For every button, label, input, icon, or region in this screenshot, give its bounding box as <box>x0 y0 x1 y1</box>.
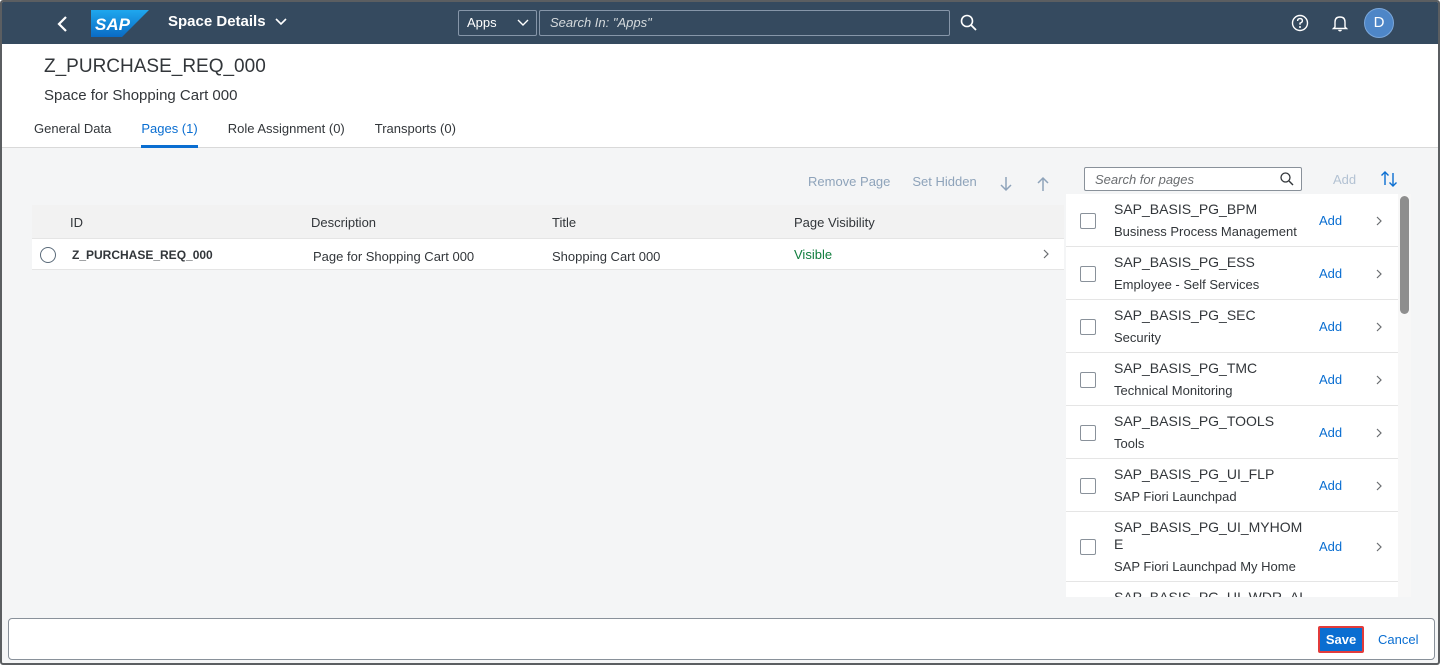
item-add-button[interactable]: Add <box>1319 478 1342 493</box>
page-subtitle: Space for Shopping Cart 000 <box>44 87 238 104</box>
item-checkbox[interactable] <box>1080 539 1096 555</box>
item-checkbox[interactable] <box>1080 213 1096 229</box>
search-placeholder: Search In: "Apps" <box>550 15 652 30</box>
item-checkbox[interactable] <box>1080 478 1096 494</box>
column-header-id: ID <box>70 215 83 230</box>
chevron-right-icon[interactable] <box>1373 320 1385 334</box>
row-select-radio[interactable] <box>40 247 56 263</box>
tab-general-data[interactable]: General Data <box>34 118 111 148</box>
table-header: ID Description Title Page Visibility <box>32 205 1064 239</box>
pages-toolbar: Remove Page Set Hidden <box>808 174 977 189</box>
cancel-button[interactable]: Cancel <box>1378 632 1418 647</box>
chevron-right-icon[interactable] <box>1373 426 1385 440</box>
list-item[interactable]: SAP_BASIS_PG_BPM Business Process Manage… <box>1066 194 1399 247</box>
svg-text:SAP: SAP <box>95 15 131 34</box>
chevron-right-icon[interactable] <box>1373 479 1385 493</box>
tab-transports[interactable]: Transports (0) <box>375 118 456 148</box>
item-name: SAP_BASIS_PG_UI_FLP <box>1114 466 1275 482</box>
back-arrow-icon <box>57 16 67 32</box>
app-window: SAP Space Details Apps Search In: "Apps"… <box>0 0 1440 665</box>
list-item[interactable]: SAP_BASIS_PG_TMC Technical Monitoring Ad… <box>1066 353 1399 406</box>
column-header-page-visibility: Page Visibility <box>794 215 875 230</box>
search-pages-placeholder: Search for pages <box>1095 172 1195 187</box>
item-name: SAP_BASIS_PG_UI_MYHOME <box>1114 519 1303 552</box>
chevron-right-icon[interactable] <box>1040 247 1052 261</box>
apps-select-value: Apps <box>467 15 497 30</box>
item-name: SAP_BASIS_PG_UI_WDR_AI <box>1114 589 1304 597</box>
chevron-right-icon[interactable] <box>1373 214 1385 228</box>
set-hidden-button[interactable]: Set Hidden <box>912 174 976 189</box>
save-button[interactable]: Save <box>1318 626 1364 653</box>
item-name: SAP_BASIS_PG_TMC <box>1114 360 1258 376</box>
apps-scope-select[interactable]: Apps <box>458 10 537 36</box>
cell-description: Page for Shopping Cart 000 <box>313 249 475 264</box>
scrollbar-thumb[interactable] <box>1400 196 1409 314</box>
chevron-right-icon[interactable] <box>1373 373 1385 387</box>
remove-page-button[interactable]: Remove Page <box>808 174 890 189</box>
object-header: Z_PURCHASE_REQ_000 Space for Shopping Ca… <box>2 44 1438 148</box>
cell-title: Shopping Cart 000 <box>552 249 661 264</box>
move-down-arrow-icon[interactable] <box>997 174 1015 194</box>
item-description: Tools <box>1114 436 1145 451</box>
cell-visibility: Visible <box>794 247 833 262</box>
item-add-button[interactable]: Add <box>1319 266 1342 281</box>
list-item[interactable]: SAP_BASIS_PG_TOOLS Tools Add <box>1066 406 1399 459</box>
available-pages-list: SAP_BASIS_PG_BPM Business Process Manage… <box>1066 194 1411 597</box>
back-button[interactable] <box>50 11 76 37</box>
column-header-description: Description <box>311 215 377 230</box>
tab-pages[interactable]: Pages (1) <box>141 118 198 148</box>
add-selected-button[interactable]: Add <box>1333 172 1356 187</box>
item-add-button[interactable]: Add <box>1319 319 1342 334</box>
item-add-button[interactable]: Add <box>1319 213 1342 228</box>
item-checkbox[interactable] <box>1080 425 1096 441</box>
item-name: SAP_BASIS_PG_TOOLS <box>1114 413 1275 429</box>
page-title: Z_PURCHASE_REQ_000 <box>44 56 266 77</box>
chevron-right-icon[interactable] <box>1373 540 1385 554</box>
user-avatar[interactable]: D <box>1364 8 1394 38</box>
item-name: SAP_BASIS_PG_SEC <box>1114 307 1256 323</box>
item-checkbox[interactable] <box>1080 266 1096 282</box>
item-description: Security <box>1114 330 1161 345</box>
item-description: SAP Fiori Launchpad My Home <box>1114 559 1296 574</box>
notifications-bell-icon[interactable] <box>1330 13 1350 33</box>
list-item[interactable]: SAP_BASIS_PG_ESS Employee - Self Service… <box>1066 247 1399 300</box>
sort-icon[interactable] <box>1379 169 1399 189</box>
item-name: SAP_BASIS_PG_ESS <box>1114 254 1255 270</box>
shell-title-text: Space Details <box>168 13 266 30</box>
item-add-button[interactable]: Add <box>1319 425 1342 440</box>
chevron-down-icon <box>517 19 529 26</box>
move-up-arrow-icon[interactable] <box>1034 174 1052 194</box>
footer-bar: Save Cancel <box>8 618 1435 660</box>
assigned-pages-table: ID Description Title Page Visibility Z_P… <box>32 205 1064 270</box>
chevron-down-icon <box>274 17 287 25</box>
tab-role-assignment[interactable]: Role Assignment (0) <box>228 118 345 148</box>
tab-bar: General Data Pages (1) Role Assignment (… <box>34 118 486 148</box>
search-icon[interactable] <box>959 13 979 33</box>
shell-search-input[interactable]: Search In: "Apps" <box>539 10 950 36</box>
list-scrollbar[interactable] <box>1398 194 1411 597</box>
shell-bar: SAP Space Details Apps Search In: "Apps"… <box>2 2 1438 44</box>
list-item[interactable]: SAP_BASIS_PG_SEC Security Add <box>1066 300 1399 353</box>
item-add-button[interactable]: Add <box>1319 539 1342 554</box>
item-name: SAP_BASIS_PG_BPM <box>1114 201 1258 217</box>
item-description: Technical Monitoring <box>1114 383 1233 398</box>
list-item[interactable]: SAP_BASIS_PG_UI_WDR_AI <box>1066 582 1399 597</box>
item-checkbox[interactable] <box>1080 319 1096 335</box>
sap-logo[interactable]: SAP <box>91 10 149 37</box>
help-icon[interactable] <box>1290 13 1310 33</box>
item-description: SAP Fiori Launchpad <box>1114 489 1237 504</box>
chevron-right-icon[interactable] <box>1373 267 1385 281</box>
cell-id: Z_PURCHASE_REQ_000 <box>72 248 213 262</box>
item-description: Employee - Self Services <box>1114 277 1260 292</box>
table-row[interactable]: Z_PURCHASE_REQ_000 Page for Shopping Car… <box>32 239 1064 270</box>
search-icon[interactable] <box>1279 171 1295 187</box>
column-header-title: Title <box>552 215 577 230</box>
item-checkbox[interactable] <box>1080 372 1096 388</box>
item-add-button[interactable]: Add <box>1319 372 1342 387</box>
shell-title[interactable]: Space Details <box>168 13 288 30</box>
search-pages-input[interactable]: Search for pages <box>1084 167 1302 191</box>
list-item[interactable]: SAP_BASIS_PG_UI_MYHOME SAP Fiori Launchp… <box>1066 512 1399 582</box>
list-item[interactable]: SAP_BASIS_PG_UI_FLP SAP Fiori Launchpad … <box>1066 459 1399 512</box>
item-description: Business Process Management <box>1114 224 1297 239</box>
